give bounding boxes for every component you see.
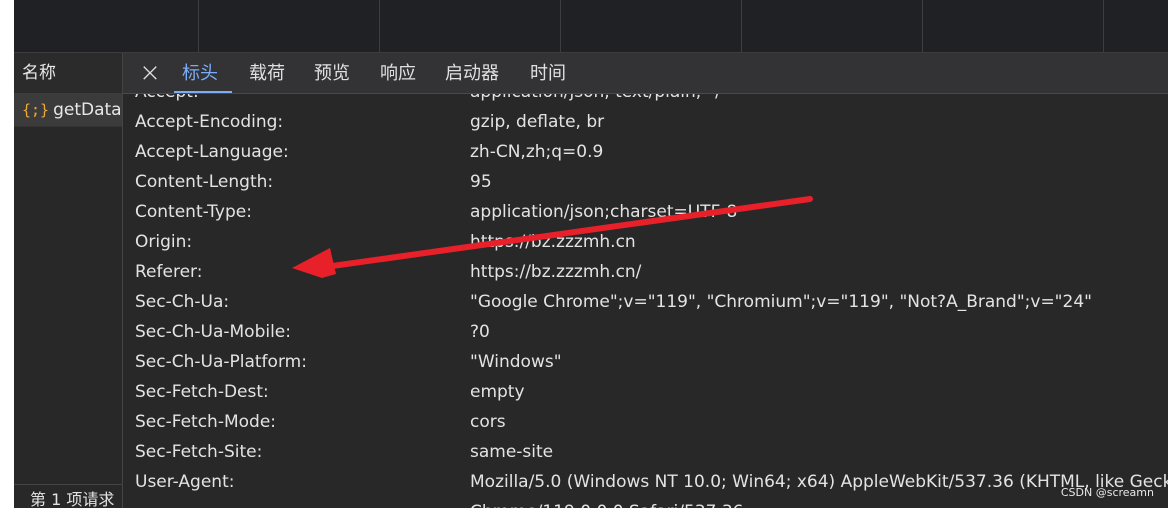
- request-headers-list: Accept: application/json, text/plain, */*…: [123, 94, 1168, 508]
- header-row: Sec-Fetch-Mode: cors: [123, 407, 1168, 437]
- timeline-tick: [922, 0, 923, 52]
- timeline-tick: [379, 0, 380, 52]
- header-value: "Windows": [470, 352, 562, 372]
- header-value: application/json, text/plain, */*: [470, 94, 729, 107]
- header-name: Sec-Fetch-Site:: [135, 442, 263, 462]
- header-name: Sec-Ch-Ua:: [135, 292, 230, 312]
- header-name: Referer:: [135, 262, 203, 282]
- detail-tab-bar: × 标头 载荷 预览 响应 启动器 时间: [123, 53, 1168, 94]
- timeline-tick: [198, 0, 199, 52]
- window-left-edge: [0, 0, 14, 508]
- name-column-header[interactable]: 名称: [14, 53, 122, 94]
- header-value: ?0: [470, 322, 490, 342]
- tab-initiator[interactable]: 启动器: [445, 53, 499, 93]
- header-value: https://bz.zzzmh.cn: [470, 232, 636, 252]
- header-row: Sec-Fetch-Dest: empty: [123, 377, 1168, 407]
- request-name-column: 名称 {;} getData: [14, 53, 123, 508]
- json-braces-icon: {;}: [22, 101, 50, 119]
- header-value: cors: [470, 412, 506, 432]
- header-row: Chrome/119.0.0.0 Safari/537.36: [123, 497, 1168, 508]
- header-name: Sec-Fetch-Mode:: [135, 412, 277, 432]
- request-name-label: getData: [53, 100, 122, 120]
- header-name: Sec-Fetch-Dest:: [135, 382, 269, 402]
- header-row: Content-Type: application/json;charset=UT…: [123, 197, 1168, 227]
- timeline-tick: [741, 0, 742, 52]
- request-count-status: 第 1 项请求: [14, 484, 122, 508]
- request-list-item[interactable]: {;} getData: [14, 94, 122, 127]
- header-value: https://bz.zzzmh.cn/: [470, 262, 642, 282]
- header-row: Referer: https://bz.zzzmh.cn/: [123, 257, 1168, 287]
- header-name: Accept-Encoding:: [135, 112, 284, 132]
- header-row: Sec-Ch-Ua: "Google Chrome";v="119", "Chro…: [123, 287, 1168, 317]
- header-value: application/json;charset=UTF-8: [470, 202, 738, 222]
- header-row: Accept-Language: zh-CN,zh;q=0.9: [123, 137, 1168, 167]
- tab-response[interactable]: 响应: [380, 53, 416, 93]
- header-value: Chrome/119.0.0.0 Safari/537.36: [470, 497, 743, 508]
- header-value: 95: [470, 172, 492, 192]
- tab-headers[interactable]: 标头: [174, 53, 232, 93]
- header-row: Sec-Fetch-Site: same-site: [123, 437, 1168, 467]
- close-icon[interactable]: ×: [139, 59, 161, 87]
- header-value: gzip, deflate, br: [470, 112, 605, 132]
- header-name: Accept-Language:: [135, 142, 289, 162]
- header-name: Content-Type:: [135, 202, 252, 222]
- header-name: Sec-Ch-Ua-Platform:: [135, 352, 307, 372]
- header-row: Sec-Ch-Ua-Platform: "Windows": [123, 347, 1168, 377]
- tab-payload[interactable]: 载荷: [249, 53, 285, 93]
- header-name: Accept:: [135, 94, 199, 107]
- header-name: User-Agent:: [135, 472, 235, 492]
- header-name: Sec-Ch-Ua-Mobile:: [135, 322, 291, 342]
- tab-timing[interactable]: 时间: [530, 53, 566, 93]
- header-value: same-site: [470, 442, 554, 462]
- timeline-tick: [1103, 0, 1104, 52]
- header-row: Origin: https://bz.zzzmh.cn: [123, 227, 1168, 257]
- header-value: "Google Chrome";v="119", "Chromium";v="1…: [470, 292, 1092, 312]
- network-timeline-overview[interactable]: [14, 0, 1168, 53]
- header-name: Origin:: [135, 232, 193, 252]
- header-value: empty: [470, 382, 525, 402]
- header-value: zh-CN,zh;q=0.9: [470, 142, 604, 162]
- header-row: Accept: application/json, text/plain, */*: [123, 94, 1168, 107]
- timeline-tick: [560, 0, 561, 52]
- header-name: Content-Length:: [135, 172, 274, 192]
- request-detail-panel: × 标头 载荷 预览 响应 启动器 时间 Accept: application/…: [123, 53, 1168, 508]
- header-row: Sec-Ch-Ua-Mobile: ?0: [123, 317, 1168, 347]
- tab-preview[interactable]: 预览: [314, 53, 350, 93]
- header-row: User-Agent: Mozilla/5.0 (Windows NT 10.0;…: [123, 467, 1168, 497]
- header-row: Content-Length: 95: [123, 167, 1168, 197]
- header-row: Accept-Encoding: gzip, deflate, br: [123, 107, 1168, 137]
- watermark-text: CSDN @screamn: [1060, 486, 1154, 499]
